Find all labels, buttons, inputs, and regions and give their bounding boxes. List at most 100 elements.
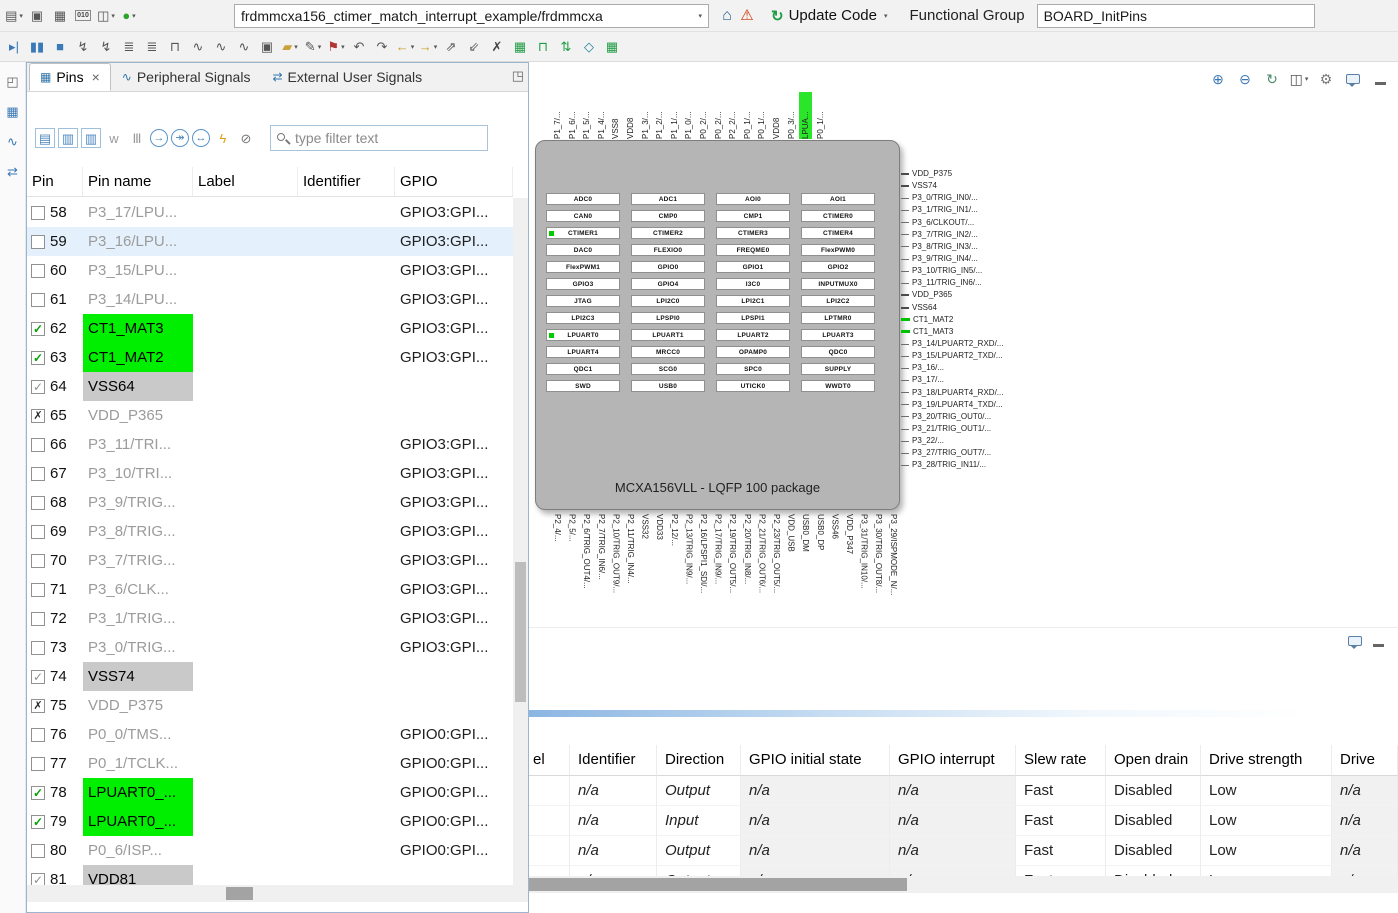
peripheral-gpio0[interactable]: GPIO0 [631,261,705,273]
properties-row[interactable]: n/aOutputn/an/aFastDisabledLown/a [529,836,1398,866]
table-row[interactable]: ✓79LPUART0_...GPIO0:GPI... [27,807,513,836]
identifier-cell[interactable] [298,749,395,778]
table-row[interactable]: 59P3_16/LPU...GPIO3:GPI... [27,227,513,256]
flag-icon[interactable]: ⚑▾ [326,36,346,58]
pins-column-header-gpio[interactable]: GPIO [395,167,513,196]
table-row[interactable]: 71P3_6/CLK...GPIO3:GPI... [27,575,513,604]
peripheral-freqme0[interactable]: FREQME0 [716,244,790,256]
package-right-pin-label[interactable]: P3_16/... [901,362,1003,374]
peripheral-flexpwm0[interactable]: FlexPWM0 [801,244,875,256]
column-header-open-drain[interactable]: Open drain [1106,745,1201,776]
package-top-pin-label[interactable]: P1_5/... [580,92,593,139]
identifier-cell[interactable] [298,865,395,885]
configuration-combo[interactable]: frdmmcxa156_ctimer_match_interrupt_examp… [234,4,709,28]
label-cell[interactable] [193,720,298,749]
label-cell[interactable] [193,604,298,633]
peripheral-opamp0[interactable]: OPAMP0 [716,346,790,358]
identifier-cell[interactable] [298,256,395,285]
package-bottom-pin-label[interactable]: P3_29/ISPMODE_N/... [887,514,900,626]
package-right-pin-label[interactable]: VSS64 [901,302,1003,314]
export-image-icon[interactable]: ◫▾ [1289,68,1309,90]
package-top-pin-label[interactable]: P1_7/... [551,92,564,139]
package-right-pin-label[interactable]: P3_6/CLKOUT/... [901,217,1003,229]
package-bottom-pin-label[interactable]: P2_20/TRIG_IN8/... [741,514,754,626]
column-header-el[interactable]: el [529,745,570,776]
identifier-cell[interactable] [298,662,395,691]
highlighter-icon[interactable]: ▰▾ [280,36,300,58]
tab-pins[interactable]: ▦Pins× [29,63,111,91]
label-cell[interactable] [193,807,298,836]
peripheral-ctimer1[interactable]: CTIMER1 [546,227,620,239]
zoom-out-icon[interactable]: ⊖ [1235,68,1255,90]
peripheral-lpuart3[interactable]: LPUART3 [801,329,875,341]
peripheral-utick0[interactable]: UTICK0 [716,380,790,392]
sdk-database-icon[interactable]: ●▾ [119,5,139,27]
table-row[interactable]: ✗75VDD_P375 [27,691,513,720]
identifier-cell[interactable] [298,401,395,430]
skip-forward-icon[interactable]: ↯ [96,36,116,58]
pin-checkbox[interactable]: ✓ [31,873,45,886]
identifier-cell[interactable] [298,430,395,459]
vertical-scrollbar[interactable] [513,198,528,885]
stop-icon[interactable]: ■ [50,36,70,58]
identifier-cell[interactable] [298,633,395,662]
package-right-pin-label[interactable]: P3_18/LPUART4_RXD/... [901,387,1003,399]
import-icon[interactable]: ⇙ [464,36,484,58]
peripheral-mrcc0[interactable]: MRCC0 [631,346,705,358]
package-bottom-pin-label[interactable]: P2_10/TRIG_OUT9/... [609,514,622,626]
package-bottom-pin-label[interactable]: P2_6/TRIG_OUT4/... [580,514,593,626]
peripheral-cmp1[interactable]: CMP1 [716,210,790,222]
peripheral-dac0[interactable]: DAC0 [546,244,620,256]
peripheral-ctimer0[interactable]: CTIMER0 [801,210,875,222]
zoom-in-icon[interactable]: ⊕ [1208,68,1228,90]
package-top-pin-label[interactable]: P1_6/... [566,92,579,139]
pin-checkbox[interactable] [31,844,45,858]
skip-back-icon[interactable]: ↯ [73,36,93,58]
package-right-pin-label[interactable]: P3_21/TRIG_OUT1/... [901,423,1003,435]
package-bottom-pin-label[interactable]: P3_30/TRIG_OUT8/... [872,514,885,626]
close-tools-icon[interactable]: ✗ [487,36,507,58]
package-right-pin-label[interactable]: P3_28/TRIG_IN11/... [901,459,1003,471]
update-code-button[interactable]: ↻ Update Code ▾ [767,7,892,25]
properties-horizontal-scrollbar[interactable] [529,876,1398,893]
pin-checkbox[interactable] [31,525,45,539]
package-right-pin-label[interactable]: P3_14/LPUART2_RXD/... [901,338,1003,350]
package-bottom-pin-label[interactable]: VSS46 [828,514,841,626]
table-row[interactable]: ✓63CT1_MAT2GPIO3:GPI... [27,343,513,372]
table-row[interactable]: ✓78LPUART0_...GPIO0:GPI... [27,778,513,807]
table-row[interactable]: 77P0_1/TCLK...GPIO0:GPI... [27,749,513,778]
table-row[interactable]: ✓81VDD81 [27,865,513,885]
label-cell[interactable] [193,401,298,430]
package-bottom-pin-label[interactable]: P2_7/TRIG_IN6/... [595,514,608,626]
pins-column-header-pin-name[interactable]: Pin name [83,167,193,196]
peripheral-lpi2c3[interactable]: LPI2C3 [546,312,620,324]
peripheral-jtag[interactable]: JTAG [546,295,620,307]
pin-checkbox[interactable] [31,583,45,597]
peripheral-lpi2c2[interactable]: LPI2C2 [801,295,875,307]
tab-external-user-signals[interactable]: ⇄External User Signals [261,63,433,91]
package-right-pin-label[interactable]: CT1_MAT2 [901,314,1003,326]
package-bottom-pin-label[interactable]: VSS32 [639,514,652,626]
peripheral-wwdt0[interactable]: WWDT0 [801,380,875,392]
pin-checkbox[interactable]: ✓ [31,670,45,684]
table-row[interactable]: 66P3_11/TRI...GPIO3:GPI... [27,430,513,459]
package-right-pin-label[interactable]: VSS74 [901,180,1003,192]
peripheral-qdc1[interactable]: QDC1 [546,363,620,375]
pin-checkbox[interactable] [31,438,45,452]
peripheral-i3c0[interactable]: I3C0 [716,278,790,290]
new-configuration-icon[interactable]: ▤▾ [4,5,24,27]
package-top-pin-label[interactable]: P1_3/... [639,92,652,139]
package-bottom-pin-label[interactable]: P2_13/TRIG_IN9/... [682,514,695,626]
peripheral-signals-view-icon[interactable]: ∿ [3,130,23,152]
peripheral-supply[interactable]: SUPPLY [801,363,875,375]
package-right-pin-label[interactable]: P3_17/... [901,374,1003,386]
package-top-pin-label[interactable]: VDD8 [770,92,783,139]
peripheral-gpio1[interactable]: GPIO1 [716,261,790,273]
peripheral-spc0[interactable]: SPC0 [716,363,790,375]
package-right-pin-label[interactable]: P3_1/TRIG_IN1/... [901,204,1003,216]
label-cell[interactable] [193,285,298,314]
table-row[interactable]: 67P3_10/TRI...GPIO3:GPI... [27,459,513,488]
identifier-cell[interactable] [298,488,395,517]
properties-scrollbar-thumb[interactable] [529,878,907,891]
label-cell[interactable] [193,430,298,459]
